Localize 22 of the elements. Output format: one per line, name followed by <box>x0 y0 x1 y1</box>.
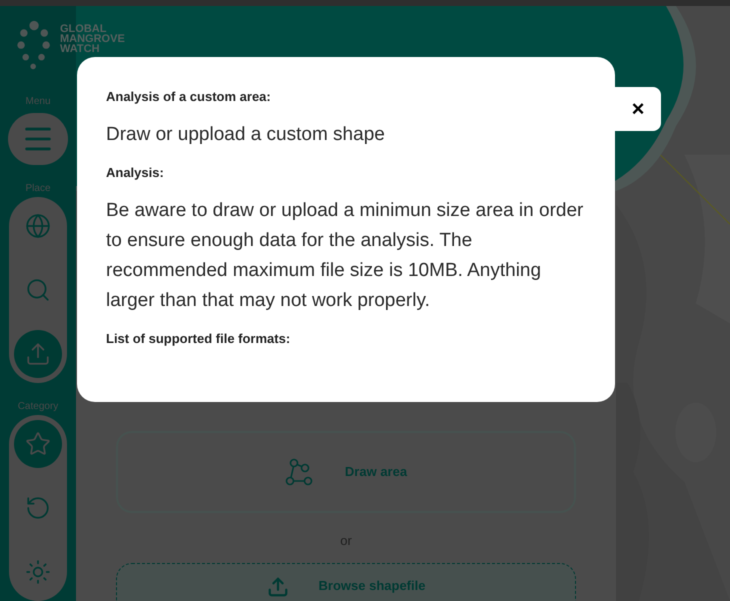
globe-icon <box>25 213 51 239</box>
star-icon <box>25 431 51 457</box>
sun-icon <box>25 559 51 585</box>
logo-text: GLOBAL MANGROVE WATCH <box>60 22 125 54</box>
section-heading: List of supported file formats: <box>106 330 292 348</box>
section-label: Category <box>18 401 58 413</box>
sidebar-item[interactable] <box>14 420 62 468</box>
polygon-icon <box>284 457 315 487</box>
sidebar-item[interactable] <box>14 330 62 378</box>
upload-icon <box>25 341 51 367</box>
section-heading: Analysis of a custom area: <box>106 88 272 106</box>
section-text: Draw or uppload a custom shape <box>106 123 386 147</box>
close-button[interactable]: × <box>615 87 661 131</box>
section-label: Menu <box>25 94 50 109</box>
upload-icon <box>266 576 289 598</box>
search-icon <box>25 277 51 303</box>
section-label: Place <box>25 183 50 195</box>
history-icon <box>25 495 51 521</box>
section-text: Be aware to draw or upload a minimun size area in order to ensure enough data for the analysis. The recommended maximum file size is 10MB. Anything larger than that may not work properly. <box>106 199 584 313</box>
browse-shapefile-button[interactable]: Browse shapefile <box>116 562 576 601</box>
draw-area-button[interactable]: Draw area <box>116 431 576 513</box>
section-heading: Analysis: <box>106 164 165 182</box>
